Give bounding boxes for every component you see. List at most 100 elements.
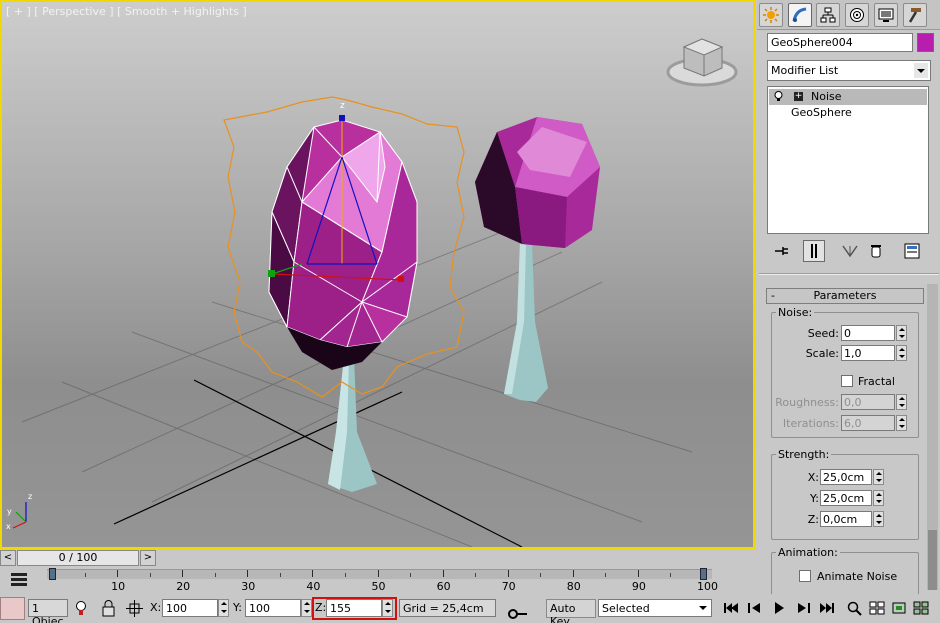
viewport-menu-plus[interactable]: [ + ]: [6, 5, 31, 18]
timeline-tick-label: 20: [176, 580, 191, 593]
strength-z-arrows[interactable]: [873, 511, 884, 527]
roughness-input[interactable]: 0,0: [841, 394, 895, 410]
absolute-mode-icon[interactable]: [125, 599, 144, 618]
expand-plus-icon[interactable]: +: [794, 92, 803, 101]
animation-group-label: Animation:: [776, 546, 840, 559]
timeline-tick-label: 40: [306, 580, 321, 593]
scale-spinner-arrows[interactable]: [896, 345, 907, 361]
time-slider-thumb[interactable]: 0 / 100: [17, 550, 139, 566]
roughness-spinner-arrows[interactable]: [896, 394, 907, 410]
strength-y-arrows[interactable]: [873, 490, 884, 506]
seed-input[interactable]: 0: [841, 325, 895, 341]
parameters-rollout-header[interactable]: - Parameters: [766, 288, 924, 304]
curve-editor-icon[interactable]: [9, 570, 29, 588]
status-y-input[interactable]: 100: [245, 599, 301, 617]
timeline-tick: [442, 570, 444, 577]
timeline-tick-label: 60: [436, 580, 451, 593]
hierarchy-tab[interactable]: [816, 3, 840, 27]
viewport-shading-menu[interactable]: [ Smooth + Highlights ]: [117, 5, 247, 18]
timeline-tick: [182, 570, 184, 577]
scrollbar-thumb[interactable]: [928, 530, 937, 590]
timeline-tick: [279, 573, 281, 577]
viewcube-icon: [666, 38, 738, 87]
object-name-field[interactable]: GeoSphere004: [767, 33, 913, 52]
lock-selection-icon[interactable]: [99, 599, 118, 618]
noise-group-label: Noise:: [776, 306, 815, 319]
fractal-checkbox[interactable]: [841, 375, 853, 387]
modifier-list-dropdown[interactable]: Modifier List: [767, 60, 931, 81]
lightbulb-icon[interactable]: [774, 91, 783, 101]
stack-item-geosphere[interactable]: GeoSphere: [769, 105, 927, 121]
tripod-z-label: z: [28, 492, 32, 501]
display-tab[interactable]: [874, 3, 898, 27]
zoom-extents-icon[interactable]: [890, 600, 908, 616]
play-icon[interactable]: [770, 600, 788, 616]
scale-input[interactable]: 1,0: [841, 345, 895, 361]
strength-y-input[interactable]: 25,0cm: [820, 490, 872, 506]
show-end-result-button[interactable]: [803, 240, 825, 262]
iterations-spinner-arrows[interactable]: [896, 415, 907, 431]
previous-frame-button[interactable]: <: [0, 550, 16, 566]
track-strip[interactable]: [47, 569, 712, 579]
strength-z-input[interactable]: 0,0cm: [820, 511, 872, 527]
chevron-down-icon: [914, 63, 928, 78]
timeline-tick: [149, 573, 151, 577]
motion-icon: [850, 8, 864, 22]
timeline-tick: [572, 570, 574, 577]
modify-arc-icon: [792, 7, 807, 22]
go-to-start-icon[interactable]: [722, 600, 740, 616]
key-filter-dropdown[interactable]: Selected: [598, 599, 712, 617]
world-axis-tripod: z y x: [6, 492, 32, 531]
frame-range-marker[interactable]: [49, 568, 56, 580]
track-bar[interactable]: 10 20 30 40 50 60 70 80 90 100: [0, 567, 757, 594]
highlight-box: [312, 597, 397, 620]
remove-modifier-icon[interactable]: [865, 240, 887, 262]
configure-sets-icon[interactable]: [901, 240, 923, 262]
iterations-input[interactable]: 6,0: [841, 415, 895, 431]
go-to-end-icon[interactable]: [818, 600, 836, 616]
key-icon[interactable]: [508, 608, 527, 623]
iterations-label: Iterations:: [782, 417, 839, 430]
zoom-icon[interactable]: [846, 600, 864, 616]
modify-tab[interactable]: [788, 3, 812, 27]
strength-z-label: Z:: [807, 513, 819, 526]
next-key-icon[interactable]: [794, 600, 812, 616]
next-frame-button[interactable]: >: [140, 550, 156, 566]
status-x-arrows[interactable]: [218, 599, 229, 617]
stack-item-noise[interactable]: + Noise: [769, 89, 927, 105]
timeline-tick-label: 90: [631, 580, 646, 593]
zoom-all-icon[interactable]: [868, 600, 886, 616]
viewport-pov-menu[interactable]: [ Perspective ]: [34, 5, 113, 18]
utilities-tab[interactable]: [903, 3, 927, 27]
timeline-tick: [507, 570, 509, 577]
perspective-viewport[interactable]: z z y x [ + ] [ Perspective ] [ Smooth +…: [0, 0, 755, 549]
display-icon: [878, 8, 894, 22]
status-x-input[interactable]: 100: [162, 599, 218, 617]
strength-x-input[interactable]: 25,0cm: [820, 469, 872, 485]
status-y-arrows[interactable]: [301, 599, 312, 617]
seed-spinner-arrows[interactable]: [896, 325, 907, 341]
animate-noise-checkbox[interactable]: [799, 570, 811, 582]
modifier-stack[interactable]: + Noise GeoSphere: [767, 86, 929, 234]
object-color-swatch[interactable]: [917, 33, 934, 52]
timeline-tick: [410, 573, 412, 577]
strength-x-arrows[interactable]: [873, 469, 884, 485]
motion-tab[interactable]: [845, 3, 869, 27]
zoom-extents-all-icon[interactable]: [912, 600, 930, 616]
sun-icon: [763, 7, 779, 23]
gizmo-z-label: z: [340, 101, 345, 111]
command-panel-scrollbar[interactable]: [927, 284, 938, 590]
tree-trunk-right: [504, 242, 548, 402]
pin-stack-icon[interactable]: [771, 240, 793, 262]
isolate-selection-icon[interactable]: [72, 599, 91, 618]
make-unique-icon[interactable]: [839, 240, 861, 262]
viewport-label: [ + ] [ Perspective ] [ Smooth + Highlig…: [6, 5, 247, 18]
strength-y-label: Y:: [810, 492, 819, 505]
animate-noise-label: Animate Noise: [817, 570, 898, 583]
timeline-tick: [344, 573, 346, 577]
create-tab[interactable]: [759, 3, 783, 27]
previous-key-icon[interactable]: [746, 600, 764, 616]
auto-key-button[interactable]: Auto Key: [546, 599, 596, 623]
frame-range-marker[interactable]: [700, 568, 707, 580]
maxscript-listener[interactable]: [0, 597, 25, 620]
